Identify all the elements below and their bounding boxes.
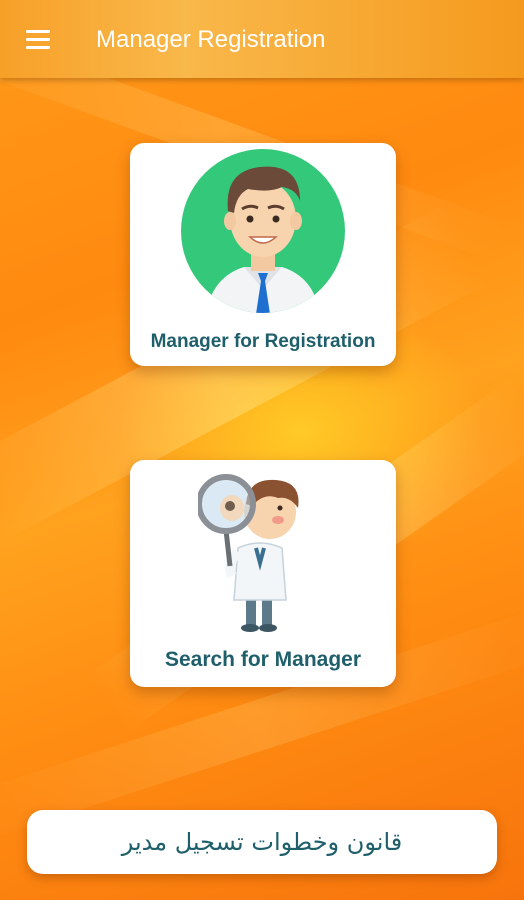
registration-rules-label: قانون وخطوات تسجيل مدير	[121, 828, 403, 856]
hamburger-menu-icon[interactable]	[18, 22, 58, 56]
registration-rules-button[interactable]: قانون وخطوات تسجيل مدير	[27, 810, 497, 874]
app-title: Manager Registration	[96, 26, 326, 53]
magnifier-doctor-icon	[198, 474, 299, 632]
app-bar: Manager Registration	[0, 0, 524, 78]
manager-registration-card[interactable]: Manager for Registration	[130, 143, 396, 366]
search-manager-label: Search for Manager	[164, 648, 362, 671]
manager-registration-label: Manager for Registration	[150, 331, 376, 352]
manager-avatar-icon	[181, 149, 345, 313]
search-manager-card[interactable]: Search for Manager	[130, 460, 396, 687]
